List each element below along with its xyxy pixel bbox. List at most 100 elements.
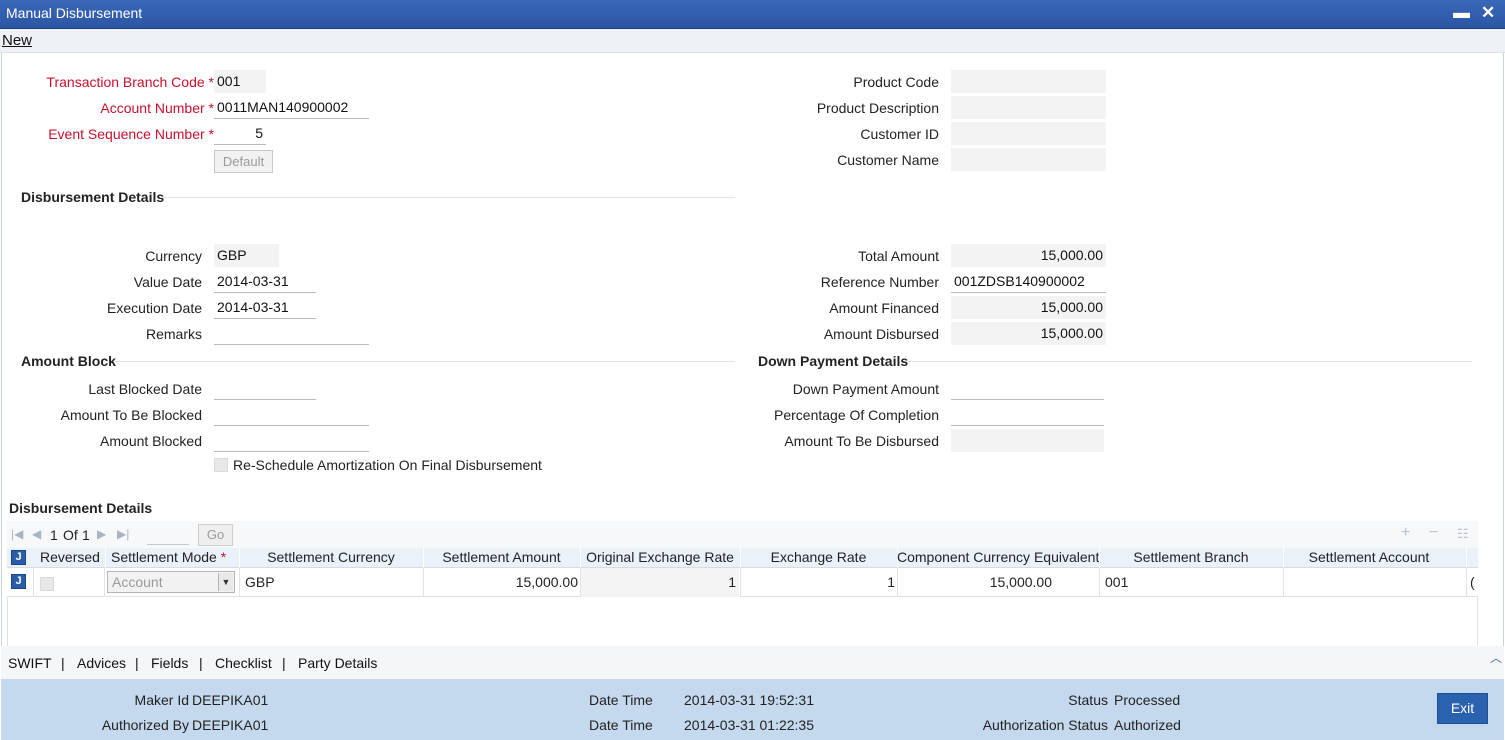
maker-date-time: 2014-03-31 19:52:31 [684,692,814,708]
tab-checklist[interactable]: Checklist [215,655,272,671]
value-date-label: Value Date [133,274,202,290]
component-currency-equivalent-cell[interactable]: 15,000.00 [897,574,1052,590]
next-page-icon[interactable]: ▶ [97,527,106,541]
customer-id-field[interactable] [951,122,1106,145]
add-row-icon[interactable]: + [1401,524,1410,542]
settlement-amount-cell[interactable]: 15,000.00 [423,574,578,590]
value-date-field[interactable]: 2014-03-31 [214,270,316,293]
amount-to-be-blocked-field[interactable] [214,403,369,426]
default-button[interactable]: Default [214,150,273,173]
percentage-completion-label: Percentage Of Completion [774,407,939,423]
currency-label: Currency [145,248,202,264]
reschedule-label: Re-Schedule Amortization On Final Disbur… [233,457,542,473]
event-seq-field[interactable]: 5 [214,122,266,145]
exit-button[interactable]: Exit [1437,693,1488,724]
authorized-by-value: DEEPIKA01 [192,717,269,733]
reschedule-checkbox[interactable] [214,458,228,472]
amount-to-be-blocked-label: Amount To Be Blocked [60,407,202,423]
pager-current: 1 [50,527,58,543]
close-icon[interactable]: ✕ [1481,3,1495,23]
down-payment-heading: Down Payment Details [758,353,909,369]
amount-disbursed-label: Amount Disbursed [823,326,939,342]
customer-name-field[interactable] [951,148,1106,171]
col-settlement-account: Settlement Account [1308,549,1430,565]
maker-id-value: DEEPIKA01 [192,692,269,708]
reference-number-field[interactable]: 001ZDSB140900002 [951,270,1106,293]
grid-header: J Reversed Settlement Mode * Settlement … [7,548,1478,568]
percentage-completion-field[interactable] [951,403,1104,426]
exchange-rate-cell[interactable]: 1 [740,574,895,590]
customer-name-label: Customer Name [837,152,939,168]
first-page-icon[interactable]: |◀ [11,527,23,541]
tab-advices[interactable]: Advices [77,655,126,671]
overflow-cell: ( [1470,574,1475,590]
down-payment-amount-field[interactable] [951,377,1104,400]
down-payment-amount-label: Down Payment Amount [792,381,939,397]
col-original-exchange-rate: Original Exchange Rate [586,549,734,565]
tab-party-details[interactable]: Party Details [298,655,377,671]
amount-blocked-field[interactable] [214,429,369,452]
col-settlement-mode: Settlement Mode * [111,549,227,565]
product-code-field[interactable] [951,70,1106,93]
select-all-icon[interactable]: J [11,550,26,565]
settlement-mode-select[interactable]: Account ▼ [107,571,235,593]
new-link[interactable]: New [2,32,32,49]
minimize-icon[interactable]: ▬ [1453,3,1470,23]
branch-code-field[interactable]: 001 [214,70,266,93]
amount-disbursed-field[interactable]: 15,000.00 [951,322,1106,345]
window-title: Manual Disbursement [6,5,143,21]
grid-body-empty [7,597,1478,646]
col-exchange-rate: Exchange Rate [770,549,867,565]
remarks-field[interactable] [214,322,369,345]
tab-fields[interactable]: Fields [151,655,188,671]
page-number-input[interactable] [147,525,189,545]
disbursement-details-heading: Disbursement Details [21,189,165,205]
sub-screen-tabs: SWIFT | Advices | Fields | Checklist | P… [1,646,1504,679]
col-settlement-branch: Settlement Branch [1133,549,1249,565]
branch-code-label: Transaction Branch Code * [46,74,214,90]
section-divider [160,197,735,198]
reference-number-label: Reference Number [820,274,939,290]
original-exchange-rate-cell[interactable]: 1 [581,574,736,590]
pager-total: 1 [82,527,90,543]
single-view-icon[interactable]: ☷ [1457,526,1469,542]
total-amount-field[interactable]: 15,000.00 [951,244,1106,267]
amount-financed-label: Amount Financed [829,300,939,316]
execution-date-label: Execution Date [107,300,202,316]
section-divider [115,361,735,362]
last-blocked-date-field[interactable] [214,377,316,400]
tab-separator: | [135,655,139,671]
go-button[interactable]: Go [198,524,233,546]
status-label: Status [1068,692,1108,708]
last-page-icon[interactable]: ▶| [117,527,129,541]
amount-financed-field[interactable]: 15,000.00 [951,296,1106,319]
event-seq-label: Event Sequence Number * [48,126,214,142]
customer-id-label: Customer ID [860,126,939,142]
tab-swift[interactable]: SWIFT [8,655,52,671]
status-value: Processed [1114,692,1181,708]
chevron-down-icon[interactable]: ▼ [218,573,233,591]
previous-page-icon[interactable]: ◀ [32,527,41,541]
maker-id-label: Maker Id [134,692,189,708]
date-time-label: Date Time [589,717,653,733]
delete-row-icon[interactable]: − [1429,524,1438,542]
col-component-currency-equivalent: Component Currency Equivalent [897,549,1100,565]
total-amount-label: Total Amount [858,248,939,264]
product-desc-label: Product Description [816,100,939,116]
execution-date-field[interactable]: 2014-03-31 [214,296,316,319]
tab-separator: | [282,655,286,671]
currency-field[interactable]: GBP [214,244,279,267]
section-divider [908,361,1472,362]
date-time-label: Date Time [589,692,653,708]
settlement-branch-cell[interactable]: 001 [1105,574,1128,590]
product-desc-field[interactable] [951,96,1106,119]
tab-separator: | [61,655,65,671]
reversed-checkbox[interactable] [40,577,54,591]
collapse-up-icon[interactable]: ︿ [1490,649,1502,666]
settlement-currency-cell[interactable]: GBP [245,574,275,590]
amount-to-be-disbursed-field[interactable] [951,429,1104,452]
tab-separator: | [199,655,203,671]
grid-toolbar: |◀ ◀ 1 Of 1 ▶ ▶| Go + − ☷ [7,521,1478,548]
row-select-icon[interactable]: J [11,574,26,589]
account-number-field[interactable]: 0011MAN140900002 [214,96,369,119]
